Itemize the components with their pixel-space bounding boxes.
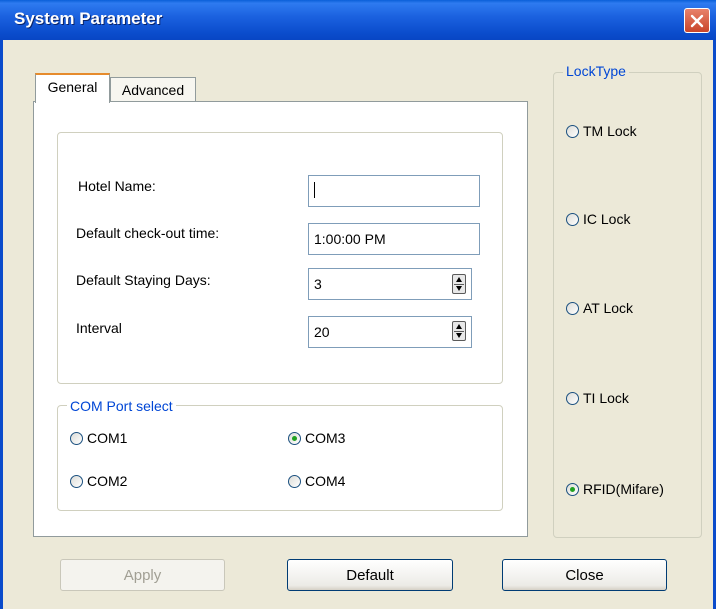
window-frame-left	[0, 40, 3, 609]
staying-days-value: 3	[314, 276, 322, 292]
ic-lock-label: IC Lock	[583, 211, 631, 227]
apply-button[interactable]: Apply	[60, 559, 225, 591]
close-button[interactable]: Close	[502, 559, 667, 591]
staying-days-field[interactable]: 3	[308, 268, 472, 300]
title-bar[interactable]: System Parameter	[0, 0, 716, 40]
com-port-legend: COM Port select	[67, 398, 176, 414]
tab-general-label: General	[47, 79, 98, 95]
hotel-name-field[interactable]	[308, 175, 480, 207]
hotel-name-label: Hotel Name:	[78, 178, 156, 194]
com2-label: COM2	[87, 473, 128, 489]
radio-ic-lock[interactable]: IC Lock	[566, 211, 630, 227]
at-lock-label: AT Lock	[583, 300, 634, 316]
radio-com3[interactable]: COM3	[288, 430, 345, 446]
radio-button-icon[interactable]	[566, 212, 579, 226]
text-caret	[314, 181, 315, 198]
radio-button-icon[interactable]	[70, 474, 83, 488]
checkout-time-field[interactable]: 1:00:00 PM	[308, 223, 480, 255]
tab-general[interactable]: General	[35, 73, 110, 103]
interval-label: Interval	[76, 320, 122, 336]
ti-lock-label: TI Lock	[583, 390, 629, 406]
tab-advanced[interactable]: Advanced	[110, 77, 196, 103]
radio-at-lock[interactable]: AT Lock	[566, 300, 633, 316]
radio-button-icon[interactable]	[70, 431, 83, 445]
radio-button-icon[interactable]	[566, 391, 579, 405]
default-button[interactable]: Default	[287, 559, 453, 591]
staying-days-spin-icon[interactable]	[452, 274, 466, 294]
staying-days-label: Default Staying Days:	[76, 272, 211, 288]
com4-label: COM4	[305, 473, 346, 489]
com1-label: COM1	[87, 430, 128, 446]
radio-button-checked-icon[interactable]	[288, 431, 301, 445]
tm-lock-label: TM Lock	[583, 123, 637, 139]
radio-com1[interactable]: COM1	[70, 430, 127, 446]
radio-com2[interactable]: COM2	[70, 473, 127, 489]
checkout-time-value: 1:00:00 PM	[314, 231, 386, 247]
rfid-mifare-label: RFID(Mifare)	[583, 481, 664, 497]
close-window-button[interactable]	[684, 8, 710, 33]
radio-button-icon[interactable]	[566, 124, 579, 138]
radio-tm-lock[interactable]: TM Lock	[566, 123, 637, 139]
interval-spin-icon[interactable]	[452, 321, 466, 341]
window-title: System Parameter	[14, 9, 163, 28]
com3-label: COM3	[305, 430, 346, 446]
interval-value: 20	[314, 324, 330, 340]
radio-ti-lock[interactable]: TI Lock	[566, 390, 629, 406]
radio-rfid-mifare[interactable]: RFID(Mifare)	[566, 481, 664, 497]
radio-button-checked-icon[interactable]	[566, 482, 579, 496]
tab-advanced-label: Advanced	[121, 82, 185, 98]
radio-button-icon[interactable]	[566, 301, 579, 315]
radio-button-icon[interactable]	[288, 474, 301, 488]
interval-field[interactable]: 20	[308, 316, 472, 348]
close-icon	[690, 14, 704, 28]
lock-type-legend: LockType	[563, 63, 629, 79]
com-port-group	[57, 405, 503, 511]
radio-com4[interactable]: COM4	[288, 473, 345, 489]
checkout-time-label: Default check-out time:	[76, 225, 220, 241]
